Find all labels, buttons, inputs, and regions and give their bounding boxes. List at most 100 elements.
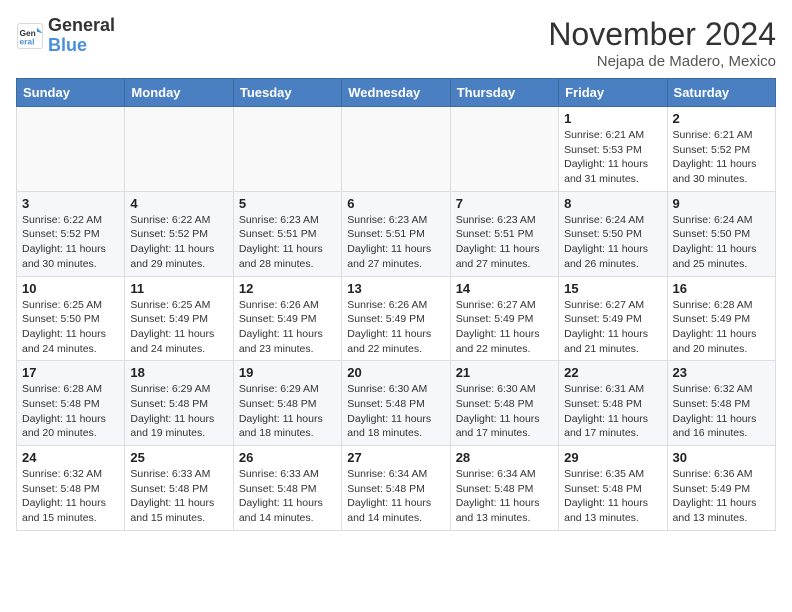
calendar-cell: 30 Sunrise: 6:36 AM Sunset: 5:49 PM Dayli… [667, 446, 775, 531]
calendar-cell: 14Sunrise: 6:27 AM Sunset: 5:49 PM Dayli… [450, 276, 558, 361]
svg-text:eral: eral [20, 36, 35, 46]
header: Gen eral GeneralBlue November 2024 Nejap… [16, 16, 776, 70]
day-info: Sunrise: 6:22 AM Sunset: 5:52 PM Dayligh… [22, 213, 119, 272]
day-number: 25 [130, 450, 227, 465]
day-info: Sunrise: 6:36 AM Sunset: 5:49 PM Dayligh… [673, 467, 770, 526]
day-number: 24 [22, 450, 119, 465]
day-info: Sunrise: 6:29 AM Sunset: 5:48 PM Dayligh… [130, 382, 227, 441]
day-info: Sunrise: 6:30 AM Sunset: 5:48 PM Dayligh… [456, 382, 553, 441]
calendar: SundayMondayTuesdayWednesdayThursdayFrid… [16, 78, 776, 531]
day-number: 7 [456, 196, 553, 211]
calendar-cell: 15Sunrise: 6:27 AM Sunset: 5:49 PM Dayli… [559, 276, 667, 361]
day-info: Sunrise: 6:30 AM Sunset: 5:48 PM Dayligh… [347, 382, 444, 441]
day-info: Sunrise: 6:29 AM Sunset: 5:48 PM Dayligh… [239, 382, 336, 441]
weekday-header: Saturday [667, 79, 775, 107]
day-info: Sunrise: 6:32 AM Sunset: 5:48 PM Dayligh… [673, 382, 770, 441]
calendar-cell: 22Sunrise: 6:31 AM Sunset: 5:48 PM Dayli… [559, 361, 667, 446]
day-info: Sunrise: 6:22 AM Sunset: 5:52 PM Dayligh… [130, 213, 227, 272]
day-number: 11 [130, 281, 227, 296]
weekday-header: Tuesday [233, 79, 341, 107]
calendar-cell: 18 Sunrise: 6:29 AM Sunset: 5:48 PM Dayli… [125, 361, 233, 446]
day-info: Sunrise: 6:28 AM Sunset: 5:48 PM Dayligh… [22, 382, 119, 441]
calendar-week-row: 10 Sunrise: 6:25 AM Sunset: 5:50 PM Dayli… [17, 276, 776, 361]
calendar-week-row: 3 Sunrise: 6:22 AM Sunset: 5:52 PM Daylig… [17, 191, 776, 276]
day-number: 5 [239, 196, 336, 211]
calendar-cell: 6 Sunrise: 6:23 AM Sunset: 5:51 PM Daylig… [342, 191, 450, 276]
day-info: Sunrise: 6:26 AM Sunset: 5:49 PM Dayligh… [347, 298, 444, 357]
day-number: 6 [347, 196, 444, 211]
calendar-cell: 26Sunrise: 6:33 AM Sunset: 5:48 PM Dayli… [233, 446, 341, 531]
calendar-cell: 12Sunrise: 6:26 AM Sunset: 5:49 PM Dayli… [233, 276, 341, 361]
day-info: Sunrise: 6:34 AM Sunset: 5:48 PM Dayligh… [456, 467, 553, 526]
day-info: Sunrise: 6:34 AM Sunset: 5:48 PM Dayligh… [347, 467, 444, 526]
title-area: November 2024 Nejapa de Madero, Mexico [548, 16, 776, 70]
calendar-cell: 29 Sunrise: 6:35 AM Sunset: 5:48 PM Dayli… [559, 446, 667, 531]
day-number: 16 [673, 281, 770, 296]
day-info: Sunrise: 6:24 AM Sunset: 5:50 PM Dayligh… [564, 213, 661, 272]
day-info: Sunrise: 6:23 AM Sunset: 5:51 PM Dayligh… [239, 213, 336, 272]
calendar-cell: 17 Sunrise: 6:28 AM Sunset: 5:48 PM Dayli… [17, 361, 125, 446]
day-number: 9 [673, 196, 770, 211]
calendar-week-row: 17 Sunrise: 6:28 AM Sunset: 5:48 PM Dayli… [17, 361, 776, 446]
calendar-cell: 4 Sunrise: 6:22 AM Sunset: 5:52 PM Daylig… [125, 191, 233, 276]
calendar-cell: 13Sunrise: 6:26 AM Sunset: 5:49 PM Dayli… [342, 276, 450, 361]
calendar-cell: 7Sunrise: 6:23 AM Sunset: 5:51 PM Daylig… [450, 191, 558, 276]
calendar-cell [233, 107, 341, 192]
day-number: 20 [347, 365, 444, 380]
day-number: 1 [564, 111, 661, 126]
day-info: Sunrise: 6:24 AM Sunset: 5:50 PM Dayligh… [673, 213, 770, 272]
day-info: Sunrise: 6:35 AM Sunset: 5:48 PM Dayligh… [564, 467, 661, 526]
day-info: Sunrise: 6:28 AM Sunset: 5:49 PM Dayligh… [673, 298, 770, 357]
calendar-week-row: 24Sunrise: 6:32 AM Sunset: 5:48 PM Dayli… [17, 446, 776, 531]
day-number: 19 [239, 365, 336, 380]
day-info: Sunrise: 6:23 AM Sunset: 5:51 PM Dayligh… [347, 213, 444, 272]
day-number: 4 [130, 196, 227, 211]
calendar-cell: 21 Sunrise: 6:30 AM Sunset: 5:48 PM Dayli… [450, 361, 558, 446]
month-title: November 2024 [548, 16, 776, 53]
calendar-cell: 1Sunrise: 6:21 AM Sunset: 5:53 PM Daylig… [559, 107, 667, 192]
calendar-cell: 23 Sunrise: 6:32 AM Sunset: 5:48 PM Dayli… [667, 361, 775, 446]
day-number: 10 [22, 281, 119, 296]
day-number: 8 [564, 196, 661, 211]
day-info: Sunrise: 6:25 AM Sunset: 5:50 PM Dayligh… [22, 298, 119, 357]
day-number: 28 [456, 450, 553, 465]
calendar-week-row: 1Sunrise: 6:21 AM Sunset: 5:53 PM Daylig… [17, 107, 776, 192]
day-number: 27 [347, 450, 444, 465]
weekday-header: Thursday [450, 79, 558, 107]
calendar-cell [450, 107, 558, 192]
calendar-cell: 2 Sunrise: 6:21 AM Sunset: 5:52 PM Daylig… [667, 107, 775, 192]
calendar-cell: 11Sunrise: 6:25 AM Sunset: 5:49 PM Dayli… [125, 276, 233, 361]
calendar-cell: 16 Sunrise: 6:28 AM Sunset: 5:49 PM Dayli… [667, 276, 775, 361]
day-number: 29 [564, 450, 661, 465]
logo-name: GeneralBlue [48, 16, 115, 56]
weekday-header: Monday [125, 79, 233, 107]
day-number: 12 [239, 281, 336, 296]
day-number: 18 [130, 365, 227, 380]
day-number: 15 [564, 281, 661, 296]
calendar-cell: 3 Sunrise: 6:22 AM Sunset: 5:52 PM Daylig… [17, 191, 125, 276]
calendar-cell: 25 Sunrise: 6:33 AM Sunset: 5:48 PM Dayli… [125, 446, 233, 531]
day-info: Sunrise: 6:33 AM Sunset: 5:48 PM Dayligh… [130, 467, 227, 526]
weekday-header-row: SundayMondayTuesdayWednesdayThursdayFrid… [17, 79, 776, 107]
day-number: 23 [673, 365, 770, 380]
calendar-cell: 20 Sunrise: 6:30 AM Sunset: 5:48 PM Dayli… [342, 361, 450, 446]
day-number: 21 [456, 365, 553, 380]
calendar-cell: 28 Sunrise: 6:34 AM Sunset: 5:48 PM Dayli… [450, 446, 558, 531]
calendar-cell [17, 107, 125, 192]
day-number: 3 [22, 196, 119, 211]
calendar-cell: 24Sunrise: 6:32 AM Sunset: 5:48 PM Dayli… [17, 446, 125, 531]
day-number: 17 [22, 365, 119, 380]
day-number: 22 [564, 365, 661, 380]
logo: Gen eral GeneralBlue [16, 16, 115, 56]
day-info: Sunrise: 6:21 AM Sunset: 5:52 PM Dayligh… [673, 128, 770, 187]
calendar-cell: 8 Sunrise: 6:24 AM Sunset: 5:50 PM Daylig… [559, 191, 667, 276]
weekday-header: Wednesday [342, 79, 450, 107]
logo-icon: Gen eral [16, 22, 44, 50]
day-number: 30 [673, 450, 770, 465]
weekday-header: Friday [559, 79, 667, 107]
day-number: 26 [239, 450, 336, 465]
calendar-cell: 10 Sunrise: 6:25 AM Sunset: 5:50 PM Dayli… [17, 276, 125, 361]
location: Nejapa de Madero, Mexico [548, 53, 776, 70]
day-number: 2 [673, 111, 770, 126]
calendar-cell [125, 107, 233, 192]
